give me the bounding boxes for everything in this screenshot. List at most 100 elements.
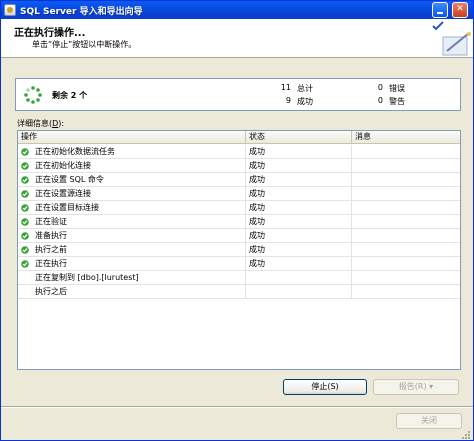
chevron-down-icon: ▾ xyxy=(429,382,434,391)
success-label: 成功 xyxy=(297,97,313,106)
details-label-suffix: ): xyxy=(58,119,65,128)
column-header-action[interactable]: 操作 xyxy=(18,131,246,144)
action-cell: 正在初始化数据流任务 xyxy=(18,145,246,159)
table-row[interactable]: 执行之后 xyxy=(18,285,460,299)
status-cell: 成功 xyxy=(246,215,352,229)
action-cell: 正在初始化连接 xyxy=(18,159,246,173)
table-header: 操作 状态 消息 xyxy=(18,131,460,144)
action-text: 执行之后 xyxy=(35,287,67,296)
page-title: 正在执行操作... xyxy=(14,28,86,39)
error-label: 错误 xyxy=(389,84,405,93)
column-header-message[interactable]: 消息 xyxy=(352,131,460,144)
message-cell xyxy=(352,271,460,285)
report-button-label: 报告(R) xyxy=(398,382,427,391)
action-cell: 准备执行 xyxy=(18,229,246,243)
action-text: 正在初始化数据流任务 xyxy=(35,147,115,156)
action-text: 正在复制到 [dbo].[lurutest] xyxy=(35,273,139,282)
action-text: 正在设置 SQL 命令 xyxy=(35,175,104,184)
wizard-window: SQL Server 导入和导出向导 ✕ 正在执行操作... 单击“停止”按钮以… xyxy=(0,0,474,441)
warning-label: 警告 xyxy=(389,97,405,106)
message-cell xyxy=(352,257,460,271)
action-cell: 正在设置目标连接 xyxy=(18,201,246,215)
close-button[interactable]: 关闭 xyxy=(396,413,462,429)
title-bar[interactable]: SQL Server 导入和导出向导 ✕ xyxy=(1,1,473,19)
details-label-prefix: 详细信息( xyxy=(17,119,53,128)
action-cell: 执行之后 xyxy=(18,285,246,299)
error-count: 0 xyxy=(377,83,383,92)
footer-divider xyxy=(1,406,473,408)
report-dropdown-button[interactable]: 报告(R) ▾ xyxy=(373,379,459,395)
table-row[interactable]: 正在复制到 [dbo].[lurutest] xyxy=(18,271,460,285)
minimize-icon xyxy=(437,12,443,14)
column-header-status[interactable]: 状态 xyxy=(246,131,352,144)
action-text: 正在验证 xyxy=(35,217,67,226)
table-row[interactable]: 正在设置源连接 成功 xyxy=(18,187,460,201)
progress-summary: 剩余 2 个 11 总计 9 成功 0 错误 0 警告 xyxy=(15,78,461,111)
success-check-icon xyxy=(21,246,29,254)
wizard-wand-icon xyxy=(442,32,471,56)
status-cell: 成功 xyxy=(246,187,352,201)
success-check-icon xyxy=(21,204,29,212)
success-check-icon xyxy=(21,148,29,156)
message-cell xyxy=(352,243,460,257)
action-cell: 正在验证 xyxy=(18,215,246,229)
action-text: 执行之前 xyxy=(35,245,67,254)
status-cell: 成功 xyxy=(246,145,352,159)
message-cell xyxy=(352,187,460,201)
status-cell: 成功 xyxy=(246,257,352,271)
close-icon: ✕ xyxy=(456,4,464,14)
success-count: 9 xyxy=(285,96,291,105)
status-cell: 成功 xyxy=(246,243,352,257)
remaining-count: 剩余 2 个 xyxy=(52,91,88,100)
action-text: 正在设置源连接 xyxy=(35,189,91,198)
table-row[interactable]: 正在设置目标连接 成功 xyxy=(18,201,460,215)
success-check-icon xyxy=(21,218,29,226)
message-cell xyxy=(352,215,460,229)
status-cell: 成功 xyxy=(246,229,352,243)
message-cell xyxy=(352,145,460,159)
table-row[interactable]: 正在执行 成功 xyxy=(18,257,460,271)
details-label: 详细信息(D): xyxy=(17,118,64,129)
total-count: 11 xyxy=(280,83,291,92)
status-cell xyxy=(246,271,352,285)
window-title: SQL Server 导入和导出向导 xyxy=(20,7,143,17)
status-cell: 成功 xyxy=(246,159,352,173)
status-cell xyxy=(246,285,352,299)
page-subtitle: 单击“停止”按钮以中断操作。 xyxy=(32,40,137,49)
app-icon xyxy=(4,4,16,16)
table-row[interactable]: 执行之前 成功 xyxy=(18,243,460,257)
table-row[interactable]: 正在设置 SQL 命令 成功 xyxy=(18,173,460,187)
action-cell: 正在设置 SQL 命令 xyxy=(18,173,246,187)
progress-spinner-icon xyxy=(24,86,42,104)
table-row[interactable]: 正在初始化连接 成功 xyxy=(18,159,460,173)
table-row[interactable]: 准备执行 成功 xyxy=(18,229,460,243)
success-check-icon xyxy=(21,260,29,268)
total-label: 总计 xyxy=(297,84,313,93)
details-table[interactable]: 操作 状态 消息 正在初始化数据流任务 成功 正在初始化连接 成功 正在设置 SQL 命… xyxy=(17,130,461,370)
action-cell: 正在执行 xyxy=(18,257,246,271)
action-cell: 正在复制到 [dbo].[lurutest] xyxy=(18,271,246,285)
message-cell xyxy=(352,173,460,187)
minimize-button[interactable] xyxy=(432,2,448,18)
message-cell xyxy=(352,285,460,299)
message-cell xyxy=(352,201,460,215)
table-row[interactable]: 正在验证 成功 xyxy=(18,215,460,229)
status-cell: 成功 xyxy=(246,173,352,187)
checkmark-icon xyxy=(432,21,444,31)
stop-button[interactable]: 停止(S) xyxy=(283,379,367,395)
message-cell xyxy=(352,159,460,173)
success-check-icon xyxy=(21,190,29,198)
message-cell xyxy=(352,229,460,243)
action-text: 正在初始化连接 xyxy=(35,161,91,170)
success-check-icon xyxy=(21,162,29,170)
success-check-icon xyxy=(21,232,29,240)
resize-grip-icon[interactable] xyxy=(460,429,471,440)
status-cell: 成功 xyxy=(246,201,352,215)
table-row[interactable]: 正在初始化数据流任务 成功 xyxy=(18,145,460,159)
action-cell: 正在设置源连接 xyxy=(18,187,246,201)
close-window-button[interactable]: ✕ xyxy=(452,2,468,18)
action-text: 正在设置目标连接 xyxy=(35,203,99,212)
action-text: 正在执行 xyxy=(35,259,67,268)
warning-count: 0 xyxy=(377,96,383,105)
action-text: 准备执行 xyxy=(35,231,67,240)
